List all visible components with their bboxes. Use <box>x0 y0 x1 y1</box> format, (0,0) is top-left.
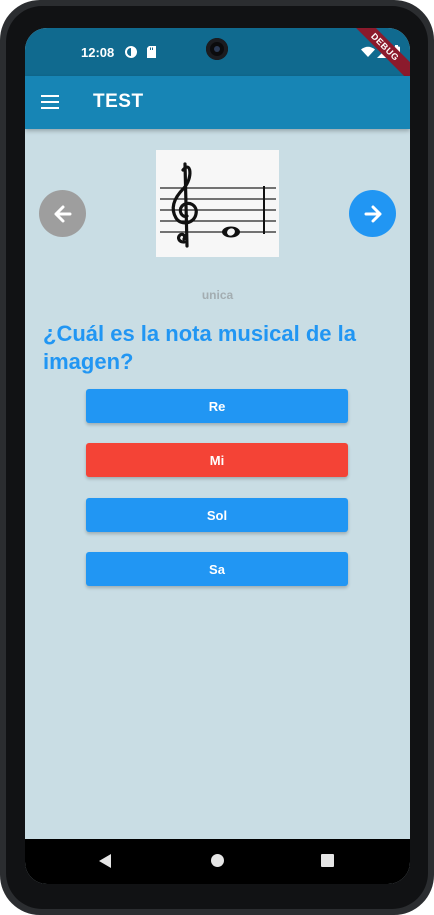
status-bar: 12:08 DEBUG <box>25 28 410 91</box>
music-note-image <box>156 150 279 257</box>
app-screen: 12:08 DEBUG TEST unica ¿Cuál es la nota … <box>25 28 410 884</box>
arrow-right-icon <box>364 205 381 222</box>
hamburger-menu-icon[interactable] <box>41 95 59 109</box>
front-camera <box>206 38 228 60</box>
image-caption: unica <box>201 288 234 302</box>
next-question-button[interactable] <box>349 190 396 237</box>
data-saver-icon <box>125 45 137 58</box>
answer-button-sol[interactable]: Sol <box>86 498 348 532</box>
arrow-left-icon <box>54 205 71 222</box>
answer-label: Sa <box>209 561 225 577</box>
answer-label: Sol <box>206 507 228 523</box>
answer-button-re[interactable]: Re <box>86 389 348 423</box>
system-nav-bar <box>25 839 410 884</box>
system-recents-icon[interactable] <box>321 854 334 867</box>
answer-label: Mi <box>209 452 225 468</box>
page-title: TEST <box>93 91 144 112</box>
sd-card-icon <box>146 45 158 58</box>
app-bar: TEST <box>25 76 410 129</box>
answer-button-sa[interactable]: Sa <box>86 552 348 586</box>
previous-question-button[interactable] <box>39 190 86 237</box>
status-time: 12:08 <box>81 45 115 60</box>
answer-label: Re <box>208 398 226 414</box>
answer-button-mi[interactable]: Mi <box>86 443 348 477</box>
treble-clef-staff-icon <box>160 162 276 248</box>
phone-frame: 12:08 DEBUG TEST unica ¿Cuál es la nota … <box>0 0 434 915</box>
wifi-icon <box>361 45 375 57</box>
system-home-icon[interactable] <box>211 854 224 867</box>
system-back-icon[interactable] <box>98 853 112 869</box>
question-text: ¿Cuál es la nota musical de la imagen? <box>43 321 356 374</box>
